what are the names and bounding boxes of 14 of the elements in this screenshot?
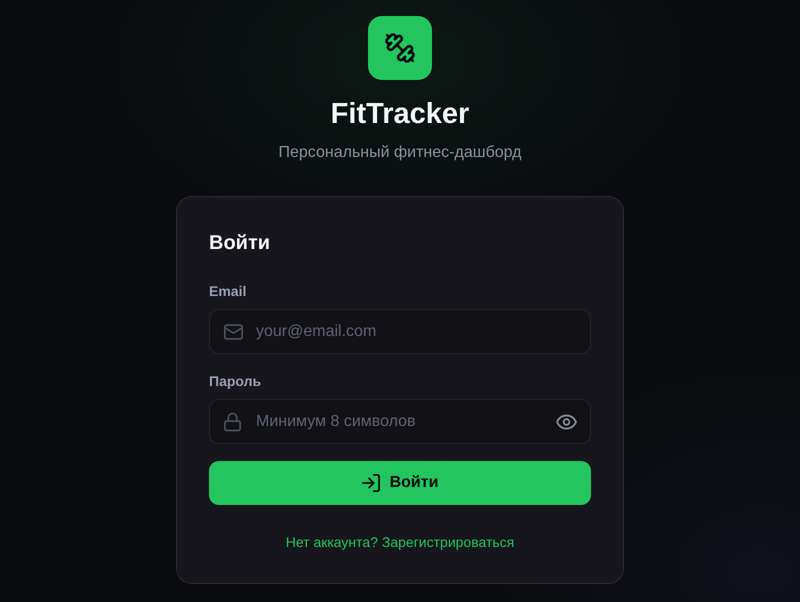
- login-icon: [362, 474, 380, 492]
- email-field[interactable]: your@email.com: [209, 309, 591, 354]
- form-title: Войти: [209, 231, 270, 255]
- lock-icon: [224, 412, 241, 431]
- eye-icon[interactable]: [556, 414, 577, 429]
- app-title: FitTracker: [330, 97, 470, 131]
- field-label: Email: [209, 282, 246, 300]
- field-label: Пароль: [209, 372, 262, 390]
- register-link[interactable]: Нет аккаунта? Зарегистрироваться: [286, 533, 514, 551]
- password-field[interactable]: Минимум 8 символов: [209, 399, 591, 444]
- login-button[interactable]: Войти: [209, 461, 591, 505]
- mail-icon: [224, 324, 243, 340]
- dumbbell-icon: [368, 16, 432, 80]
- app-tagline: Персональный фитнес-дашборд: [278, 143, 522, 163]
